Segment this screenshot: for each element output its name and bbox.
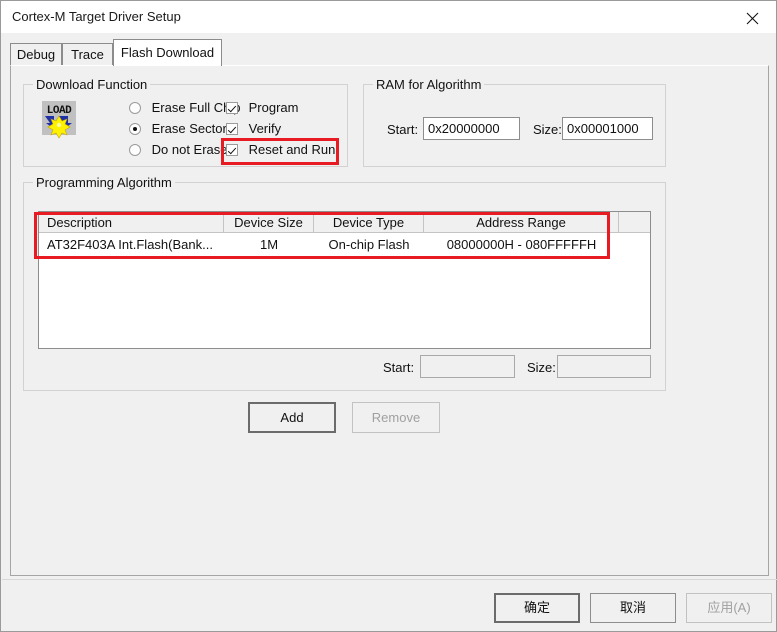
column-header-description[interactable]: Description [39,212,224,232]
dialog-window: Cortex-M Target Driver Setup Debug Trace… [0,0,777,632]
checkbox-program[interactable]: Program [226,100,298,115]
close-button[interactable] [730,1,776,32]
column-header-device-size[interactable]: Device Size [224,212,314,232]
radio-do-not-erase[interactable]: Do not Erase [129,142,228,157]
cancel-button[interactable]: 取消 [590,593,676,623]
radio-erase-sectors-indicator [129,123,141,135]
cell-device-size: 1M [259,237,279,252]
tab-flash-download[interactable]: Flash Download [113,39,222,66]
tab-trace[interactable]: Trace [62,43,113,65]
algorithm-list[interactable]: Description Device Size Device Type Addr… [38,211,651,349]
ok-button[interactable]: 确定 [494,593,580,623]
algorithm-size-input[interactable] [557,355,651,378]
radio-erase-full-chip-indicator [129,102,141,114]
checkbox-reset-and-run[interactable]: Reset and Run [226,142,335,157]
ram-start-label: Start: [387,122,419,137]
column-header-address-range[interactable]: Address Range [424,212,619,232]
algorithm-start-label: Start: [383,360,415,375]
load-icon: LOAD [42,101,76,139]
programming-algorithm-group: Programming Algorithm Description Device… [23,175,666,391]
remove-button: Remove [352,402,440,433]
table-row[interactable]: AT32F403A Int.Flash(Bank... 1M On-chip F… [39,233,650,257]
radio-erase-sectors-label: Erase Sectors [151,121,234,136]
checkbox-verify[interactable]: Verify [226,121,281,136]
title-bar: Cortex-M Target Driver Setup [1,1,776,33]
checkbox-verify-label: Verify [248,121,282,136]
ram-start-input[interactable]: 0x20000000 [423,117,520,140]
programming-algorithm-title: Programming Algorithm [33,175,175,190]
checkbox-program-label: Program [248,100,299,115]
radio-do-not-erase-label: Do not Erase [151,142,228,157]
checkbox-verify-indicator [226,123,238,135]
checkbox-reset-and-run-indicator [226,144,238,156]
radio-erase-full-chip[interactable]: Erase Full Chip [129,100,241,115]
add-button[interactable]: Add [248,402,336,433]
ram-size-label: Size: [533,122,562,137]
tab-debug[interactable]: Debug [10,43,62,65]
radio-erase-sectors[interactable]: Erase Sectors [129,121,233,136]
algorithm-list-header: Description Device Size Device Type Addr… [39,212,650,233]
close-icon [746,12,759,25]
window-title: Cortex-M Target Driver Setup [12,9,181,24]
radio-do-not-erase-indicator [129,144,141,156]
cell-address-range: 08000000H - 080FFFFFH [446,237,597,252]
column-header-device-type[interactable]: Device Type [314,212,424,232]
ram-for-algorithm-group: RAM for Algorithm Start: 0x20000000 Size… [363,77,666,167]
footer-separator [2,579,777,580]
checkbox-reset-and-run-label: Reset and Run [248,142,336,157]
algorithm-start-input[interactable] [420,355,515,378]
svg-text:LOAD: LOAD [47,105,72,117]
download-function-group: Download Function LOAD Erase Full Chip E… [23,77,348,167]
ram-for-algorithm-title: RAM for Algorithm [373,77,485,92]
download-function-title: Download Function [33,77,151,92]
cell-device-type: On-chip Flash [328,237,410,252]
ram-size-input[interactable]: 0x00001000 [562,117,653,140]
cell-description: AT32F403A Int.Flash(Bank... [47,237,213,252]
column-header-spacer[interactable] [619,212,650,232]
checkbox-program-indicator [226,102,238,114]
algorithm-size-label: Size: [527,360,556,375]
apply-button: 应用(A) [686,593,772,623]
